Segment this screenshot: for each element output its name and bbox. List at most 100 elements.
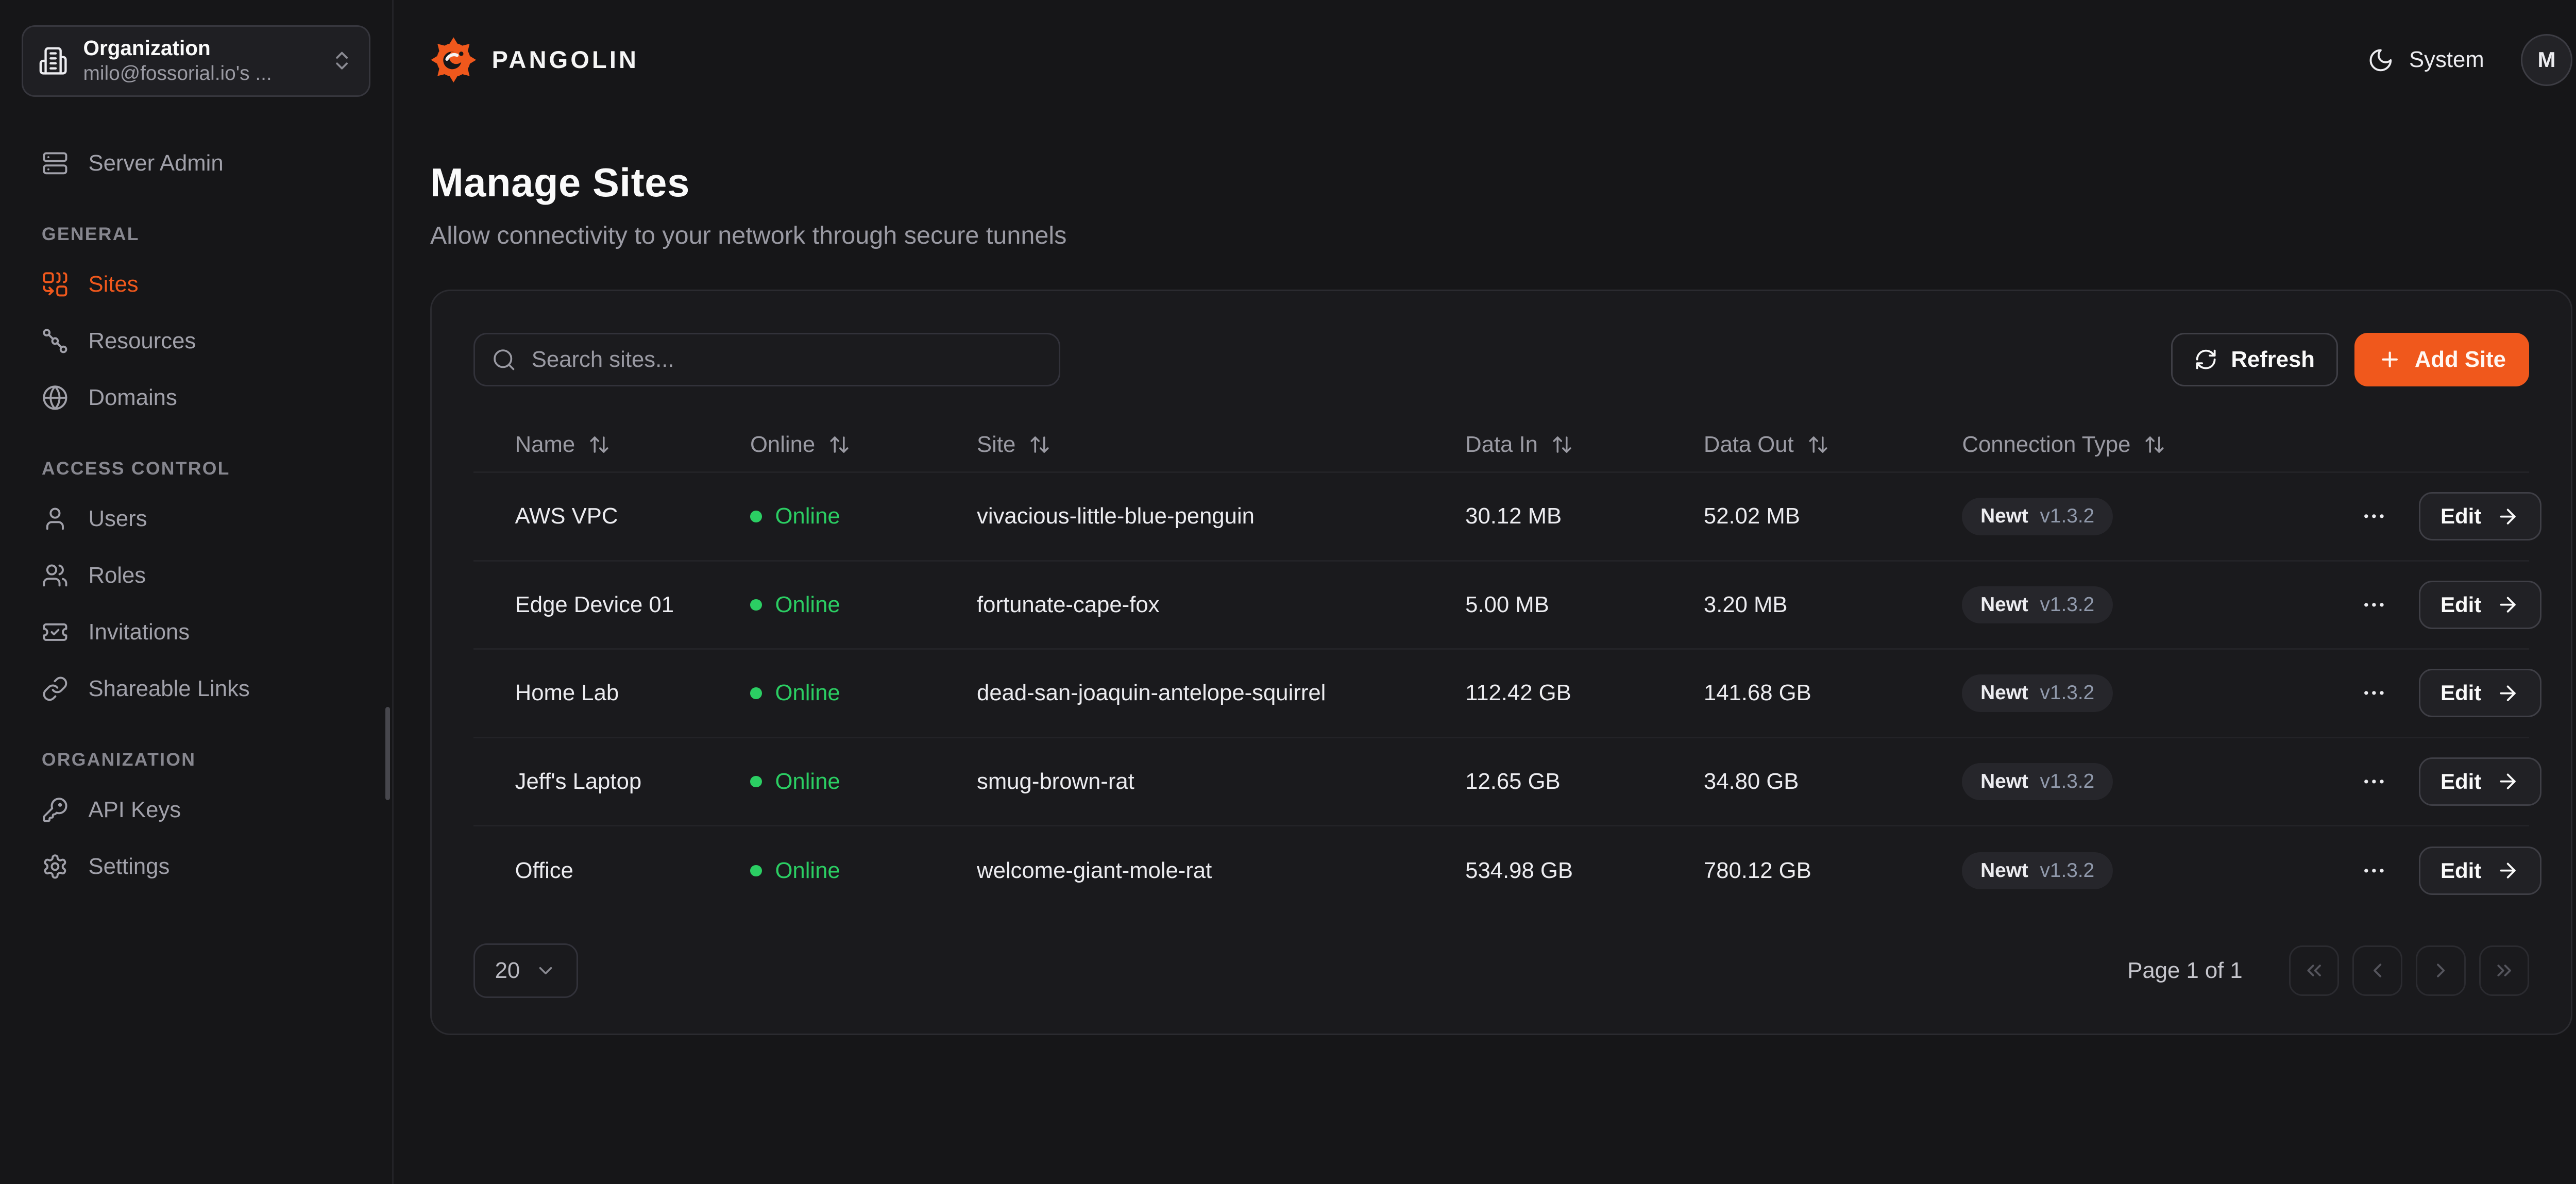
edit-button-label: Edit [2441,769,2481,794]
data-out-value: 34.80 GB [1704,769,1962,794]
column-header-site[interactable]: Site [977,432,1465,458]
brand[interactable]: PANGOLIN [430,37,639,83]
sidebar-item-label: Invitations [88,619,190,645]
org-selector-title: Organization [83,35,316,61]
data-in-value: 12.65 GB [1465,769,1704,794]
first-page-button[interactable] [2289,945,2339,995]
sidebar-item-sites[interactable]: Sites [22,258,370,311]
table-row: Jeff's Laptop Online smug-brown-rat 12.6… [473,738,2530,827]
data-out-value: 141.68 GB [1704,680,1962,706]
ticket-check-icon [42,619,69,646]
status-badge: Online [750,503,977,529]
refresh-button[interactable]: Refresh [2171,333,2338,386]
chevrons-up-down-icon [330,49,353,72]
data-in-value: 5.00 MB [1465,592,1704,618]
sidebar-item-roles[interactable]: Roles [22,549,370,603]
online-dot-icon [750,511,762,522]
sidebar-item-settings[interactable]: Settings [22,840,370,894]
site-id: fortunate-cape-fox [977,592,1465,618]
data-out-value: 52.02 MB [1704,503,1962,529]
row-menu-button[interactable] [2357,765,2391,798]
edit-button[interactable]: Edit [2419,581,2541,629]
column-header-online[interactable]: Online [750,432,977,458]
server-icon [42,150,69,177]
sidebar-item-users[interactable]: Users [22,493,370,546]
edit-button[interactable]: Edit [2419,669,2541,717]
site-name: AWS VPC [473,503,750,529]
column-header-connection-type[interactable]: Connection Type [1962,432,2357,458]
connection-type-name: Newt [1980,859,2028,883]
ellipsis-icon [2361,503,2387,530]
sites-card: Refresh Add Site Name Online [430,290,2572,1035]
data-in-value: 30.12 MB [1465,503,1704,529]
column-header-name[interactable]: Name [473,432,750,458]
site-id: welcome-giant-mole-rat [977,858,1465,884]
row-menu-button[interactable] [2357,588,2391,621]
page-size-select[interactable]: 20 [473,943,578,999]
org-selector[interactable]: Organization milo@fossorial.io's ... [22,25,370,97]
previous-page-button[interactable] [2352,945,2402,995]
sidebar-nav: Server Admin GENERAL Sites Resources Do [22,97,370,893]
edit-button[interactable]: Edit [2419,847,2541,895]
page-header: Manage Sites Allow connectivity to your … [430,160,2572,250]
topbar: PANGOLIN System M [430,0,2572,120]
connection-type-version: v1.3.2 [2040,504,2095,529]
sidebar-item-server-admin[interactable]: Server Admin [22,137,370,190]
sidebar-item-resources[interactable]: Resources [22,314,370,368]
column-header-data-in[interactable]: Data In [1465,432,1704,458]
topbar-right: System M [2367,34,2572,86]
sort-icon [828,434,850,455]
online-dot-icon [750,599,762,611]
online-dot-icon [750,687,762,699]
theme-toggle-label: System [2409,47,2484,73]
row-menu-button[interactable] [2357,854,2391,887]
site-id: vivacious-little-blue-penguin [977,503,1465,529]
edit-button[interactable]: Edit [2419,492,2541,540]
sidebar-scrollbar[interactable] [385,707,391,800]
column-header-data-out[interactable]: Data Out [1704,432,1962,458]
table-row: Office Online welcome-giant-mole-rat 534… [473,826,2530,915]
site-name: Office [473,858,750,884]
theme-toggle[interactable]: System [2367,47,2484,74]
avatar-initial: M [2537,47,2555,72]
connection-type-badge: Newtv1.3.2 [1962,498,2112,535]
globe-icon [42,384,69,411]
table-row: Home Lab Online dead-san-joaquin-antelop… [473,650,2530,738]
user-icon [42,505,69,532]
data-out-value: 3.20 MB [1704,592,1962,618]
search-input[interactable] [473,333,1060,386]
moon-icon [2367,47,2394,74]
page-subtitle: Allow connectivity to your network throu… [430,221,2572,250]
sidebar-item-label: Shareable Links [88,676,249,702]
row-menu-button[interactable] [2357,500,2391,533]
column-header-label: Data In [1465,432,1538,458]
edit-button[interactable]: Edit [2419,757,2541,806]
connection-type-badge: Newtv1.3.2 [1962,763,2112,800]
next-page-button[interactable] [2416,945,2466,995]
connection-type-version: v1.3.2 [2040,681,2095,705]
add-site-button[interactable]: Add Site [2354,333,2529,386]
last-page-button[interactable] [2479,945,2529,995]
sidebar-item-invitations[interactable]: Invitations [22,605,370,659]
table-row: Edge Device 01 Online fortunate-cape-fox… [473,562,2530,650]
sidebar-item-label: Resources [88,328,196,354]
site-name: Home Lab [473,680,750,706]
arrow-right-icon [2496,593,2519,616]
edit-button-label: Edit [2441,593,2481,617]
sidebar-section-general: GENERAL [22,224,370,245]
sidebar-item-api-keys[interactable]: API Keys [22,784,370,837]
refresh-icon [2194,348,2217,371]
sort-icon [1551,434,1573,455]
sidebar-item-domains[interactable]: Domains [22,371,370,425]
ellipsis-icon [2361,680,2387,706]
plus-icon [2378,348,2401,371]
avatar[interactable]: M [2521,34,2572,86]
refresh-button-label: Refresh [2231,347,2315,373]
table-row: AWS VPC Online vivacious-little-blue-pen… [473,473,2530,562]
connection-type-badge: Newtv1.3.2 [1962,674,2112,712]
sidebar-item-shareable-links[interactable]: Shareable Links [22,662,370,716]
column-header-label: Connection Type [1962,432,2130,458]
online-dot-icon [750,776,762,788]
row-menu-button[interactable] [2357,676,2391,710]
app-root: Organization milo@fossorial.io's ... Ser… [0,0,2576,1184]
